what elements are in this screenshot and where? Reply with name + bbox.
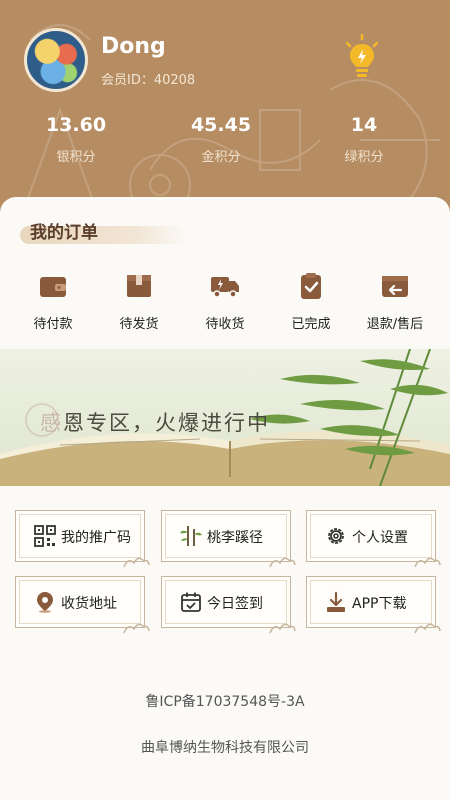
wallet-icon	[40, 277, 66, 297]
personal-settings-button[interactable]: 个人设置	[306, 510, 441, 568]
order-item-label: 待发货	[119, 317, 159, 332]
stat-label: 绿积分	[344, 150, 384, 165]
lightbulb-icon[interactable]	[344, 34, 380, 80]
order-status-row: 待付款 待发货 待收货 已完成 退款/售后	[0, 263, 450, 343]
username: Dong	[101, 34, 166, 59]
stat-value: 13.60	[45, 114, 107, 136]
menu-label: 今日签到	[207, 596, 263, 612]
order-item-label: 待收货	[205, 317, 245, 332]
return-icon	[382, 276, 408, 297]
order-pending-shipment[interactable]: 待发货	[94, 263, 184, 332]
stat-value: 14	[350, 114, 378, 136]
member-id: 会员ID：40208	[101, 73, 196, 88]
menu-label: 我的推广码	[61, 530, 131, 546]
my-orders-title: 我的订单	[30, 223, 98, 243]
daily-checkin-button[interactable]: 今日签到	[161, 576, 296, 634]
corner-cloud-ornament	[414, 557, 441, 568]
banner-slogan: 感恩专区，火爆进行中	[40, 407, 270, 437]
corner-cloud-ornament	[123, 623, 150, 634]
my-promo-code-button[interactable]: 我的推广码	[15, 510, 150, 568]
order-item-label: 退款/售后	[366, 317, 424, 332]
package-icon	[127, 275, 151, 297]
stat-green-points[interactable]: 14 绿积分	[309, 114, 419, 165]
main-card: 我的订单 待付款 待发货 待收货 已完成 退款/售后 感恩专区，火爆进行中 我的…	[0, 197, 450, 800]
menu-label: 收货地址	[61, 596, 117, 612]
gratitude-banner[interactable]: 感恩专区，火爆进行中	[0, 349, 450, 486]
stat-label: 金积分	[201, 150, 241, 165]
bamboo-icon	[180, 526, 202, 546]
location-pin-icon	[37, 592, 53, 613]
icp-license[interactable]: 鲁ICP备17037548号-3A	[0, 691, 450, 711]
order-pending-receipt[interactable]: 待收货	[180, 263, 270, 332]
order-refund-aftersale[interactable]: 退款/售后	[350, 263, 440, 332]
order-item-label: 待付款	[33, 317, 73, 332]
shipping-address-button[interactable]: 收货地址	[15, 576, 150, 634]
truck-icon	[211, 277, 239, 298]
avatar[interactable]	[24, 28, 88, 92]
banner-first-char: 感	[40, 411, 63, 435]
banner-rest-text: 恩专区，火爆进行中	[63, 411, 270, 435]
order-completed[interactable]: 已完成	[266, 263, 356, 332]
calendar-check-icon	[181, 592, 201, 612]
taoli-path-button[interactable]: 桃李蹊径	[161, 510, 296, 568]
clipboard-check-icon	[301, 273, 321, 299]
my-orders-heading: 我的订单	[16, 214, 191, 248]
gear-icon	[328, 528, 344, 544]
menu-label: 桃李蹊径	[207, 530, 263, 546]
stat-value: 45.45	[190, 114, 252, 136]
profile-header: Dong 会员ID：40208 13.60 银积分 45.45 金积分 14 绿…	[0, 0, 450, 230]
stat-label: 银积分	[56, 150, 96, 165]
stat-gold-points[interactable]: 45.45 金积分	[166, 114, 276, 165]
company-name: 曲阜博纳生物科技有限公司	[141, 740, 309, 756]
corner-cloud-ornament	[269, 557, 296, 568]
corner-cloud-ornament	[123, 557, 150, 568]
menu-label: 个人设置	[352, 530, 408, 546]
order-item-label: 已完成	[291, 317, 331, 332]
qrcode-icon	[34, 525, 56, 547]
download-icon	[327, 591, 345, 612]
stat-silver-points[interactable]: 13.60 银积分	[21, 114, 131, 165]
corner-cloud-ornament	[414, 623, 441, 634]
menu-label: APP下载	[352, 596, 407, 612]
order-pending-payment[interactable]: 待付款	[8, 263, 98, 332]
app-download-button[interactable]: APP下载	[306, 576, 441, 634]
corner-cloud-ornament	[269, 623, 296, 634]
